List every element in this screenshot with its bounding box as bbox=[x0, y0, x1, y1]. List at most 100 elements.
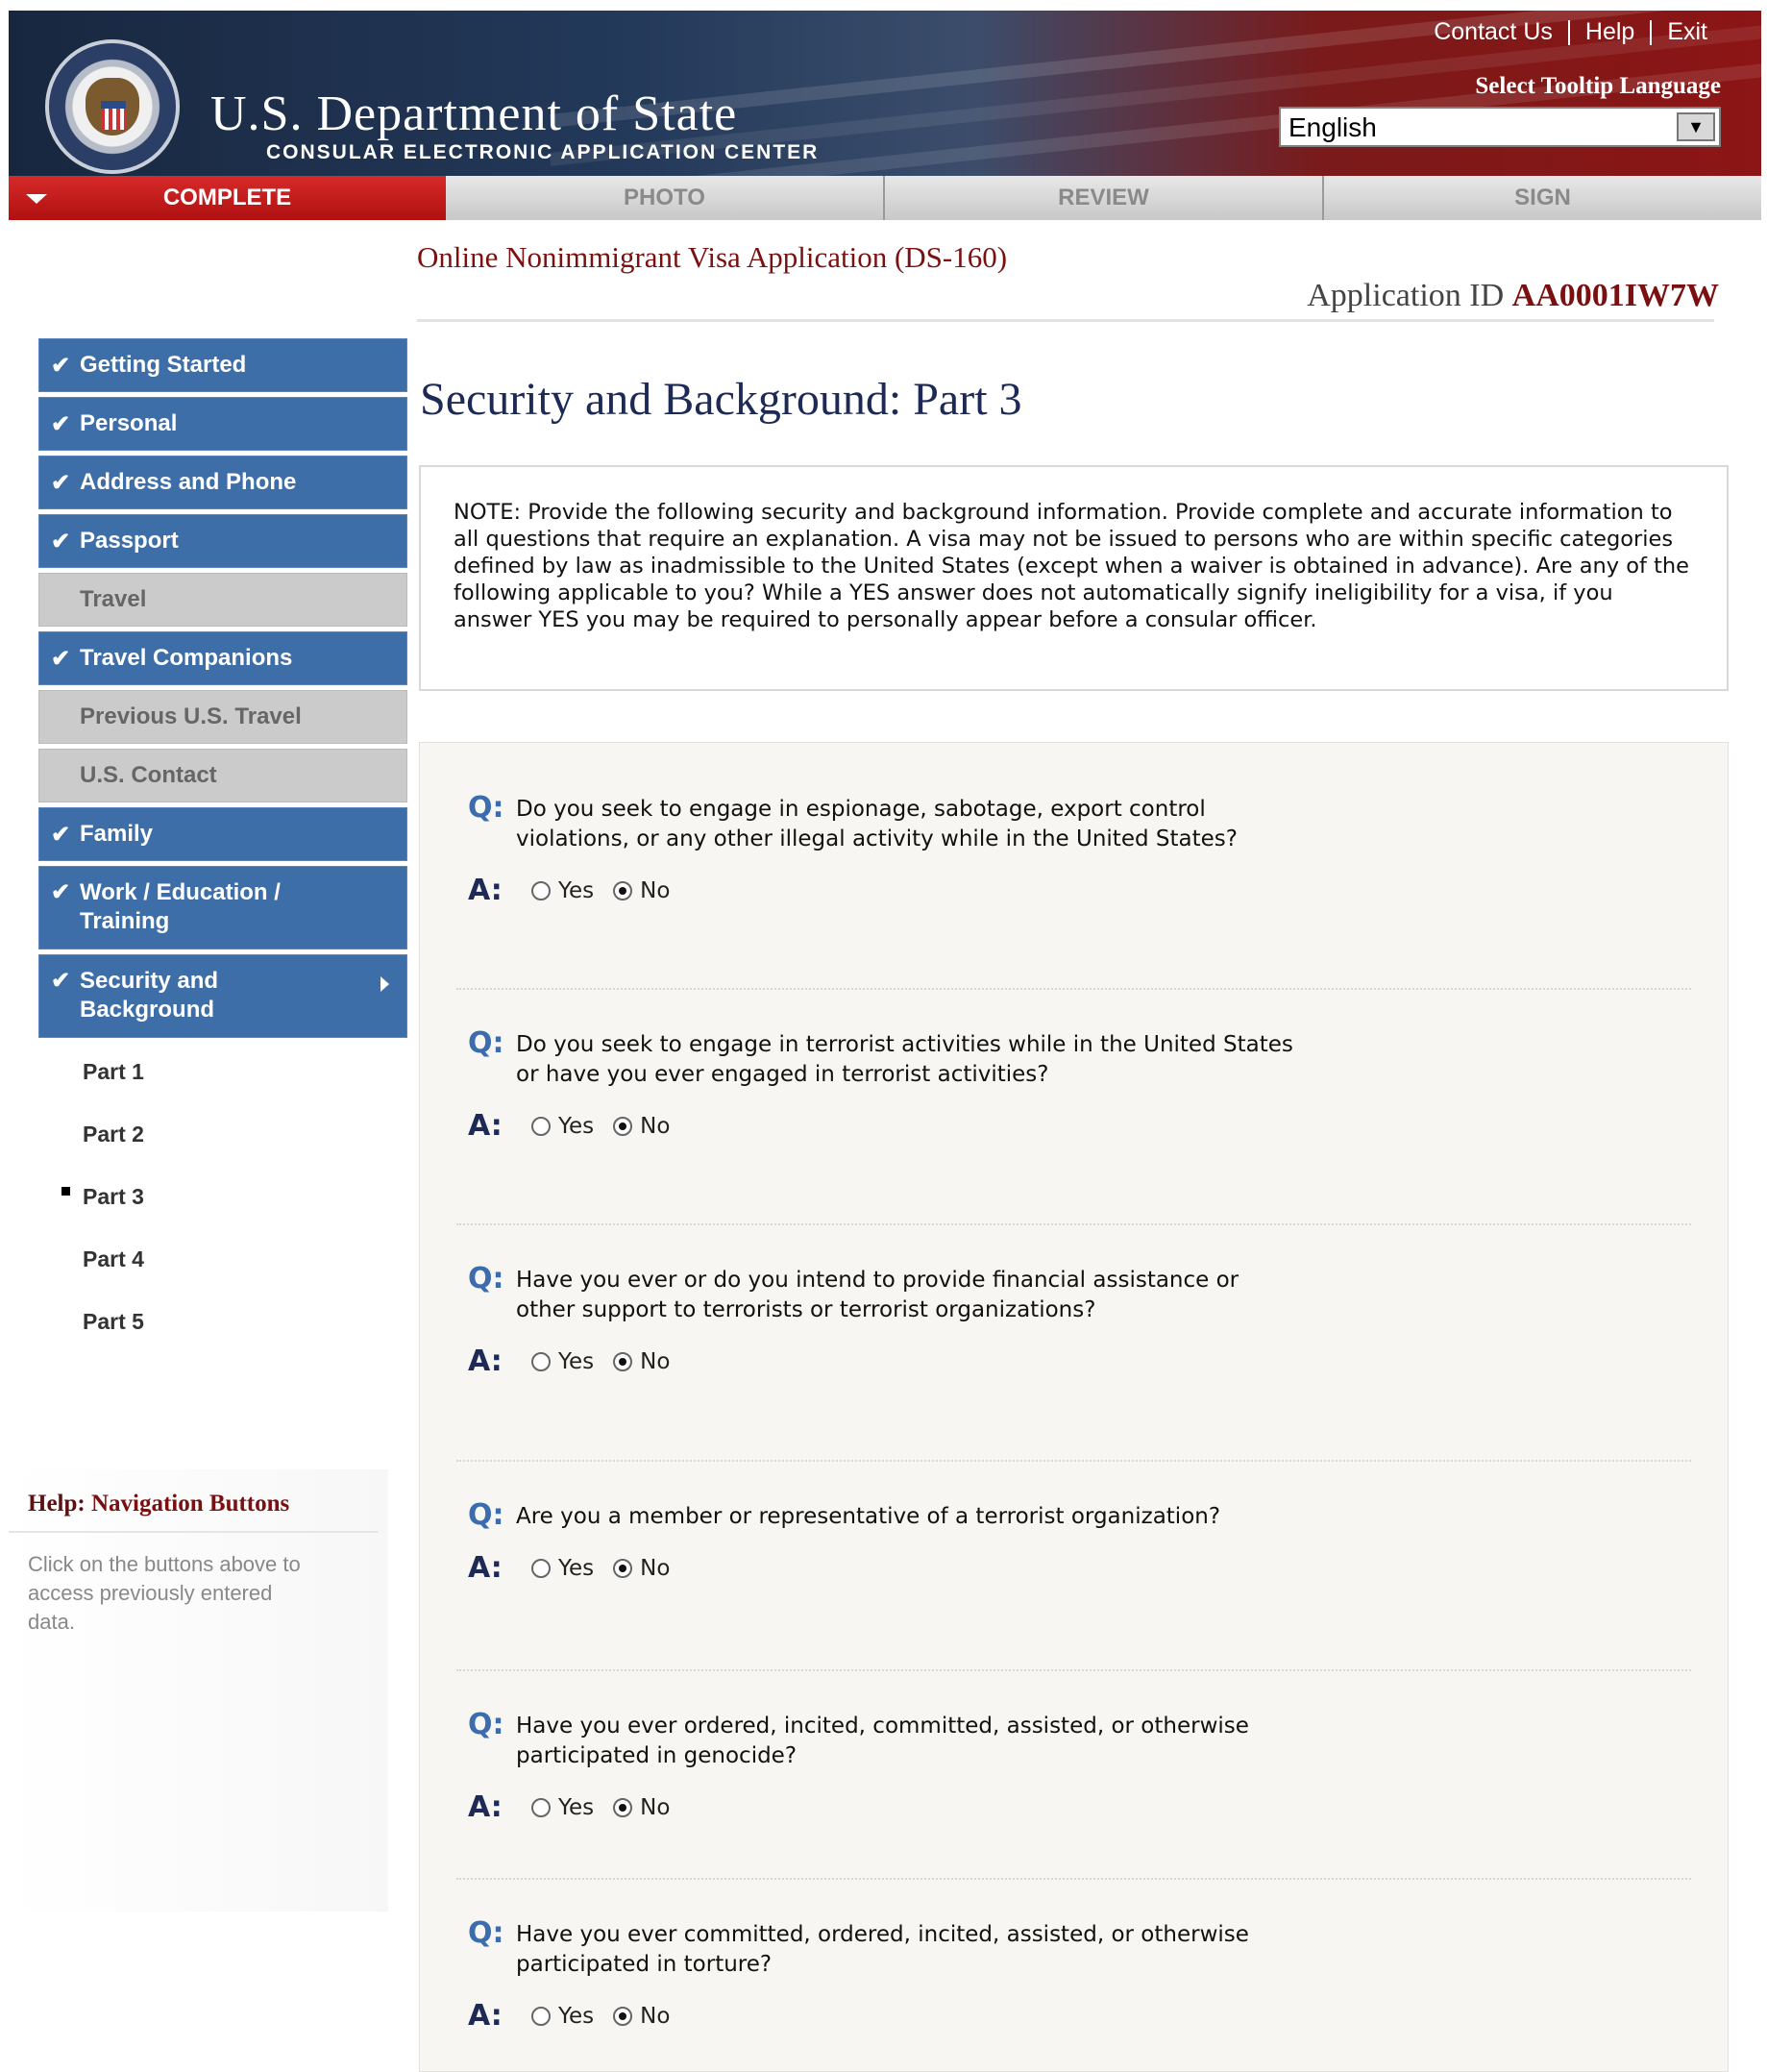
radio-button[interactable] bbox=[531, 880, 551, 900]
sidebar-item-label: Travel Companions bbox=[80, 645, 293, 671]
radio-button[interactable] bbox=[531, 1116, 551, 1136]
sidebar-item-label: Previous U.S. Travel bbox=[80, 703, 302, 729]
sidebar-item-label: Travel bbox=[80, 586, 147, 612]
tooltip-language-value: English bbox=[1288, 112, 1377, 142]
yes-radio[interactable]: Yes bbox=[531, 1795, 594, 1820]
no-radio[interactable]: No bbox=[613, 1114, 670, 1139]
tab-photo[interactable]: PHOTO bbox=[446, 176, 883, 220]
question-block: Q: Are you a member or representative of … bbox=[468, 1498, 1698, 1585]
exit-link[interactable]: Exit bbox=[1652, 18, 1723, 46]
yes-radio[interactable]: Yes bbox=[531, 1349, 594, 1374]
question-text: Have you ever ordered, incited, committe… bbox=[516, 1714, 1249, 1768]
sidebar-item-us-contact[interactable]: U.S. Contact bbox=[38, 749, 407, 802]
header-banner: Contact Us Help Exit U.S. Department of … bbox=[9, 11, 1761, 176]
divider bbox=[417, 319, 1714, 322]
checkmark-icon: ✔ bbox=[51, 645, 71, 672]
application-id: Application ID AA0001IW7W bbox=[1307, 278, 1719, 314]
q-label: Q: bbox=[468, 1708, 504, 1741]
sidebar-sub-part-1[interactable]: Part 1 bbox=[38, 1052, 407, 1115]
contact-us-link[interactable]: Contact Us bbox=[1418, 18, 1568, 46]
tooltip-language-select[interactable]: English ▼ bbox=[1279, 107, 1721, 147]
yes-radio[interactable]: Yes bbox=[531, 1114, 594, 1139]
no-label: No bbox=[640, 2003, 671, 2029]
radio-button-selected[interactable] bbox=[613, 2006, 633, 2026]
checkmark-icon: ✔ bbox=[51, 410, 71, 437]
radio-button-selected[interactable] bbox=[613, 1116, 633, 1136]
current-marker-icon bbox=[61, 1187, 70, 1196]
sidebar-item-label: Family bbox=[80, 821, 154, 847]
sidebar-item-address-phone[interactable]: ✔ Address and Phone bbox=[38, 456, 407, 509]
question-text: Do you seek to engage in espionage, sabo… bbox=[516, 797, 1238, 851]
divider bbox=[456, 988, 1691, 990]
sidebar-item-label: Getting Started bbox=[80, 352, 247, 378]
yes-radio[interactable]: Yes bbox=[531, 1556, 594, 1581]
sidebar-item-personal[interactable]: ✔ Personal bbox=[38, 397, 407, 451]
no-label: No bbox=[640, 1555, 671, 1581]
note-box: NOTE: Provide the following security and… bbox=[419, 465, 1729, 691]
no-label: No bbox=[640, 1348, 671, 1374]
divider bbox=[456, 1878, 1691, 1880]
radio-button[interactable] bbox=[531, 1558, 551, 1578]
sidebar-item-getting-started[interactable]: ✔ Getting Started bbox=[38, 338, 407, 392]
form-title: Online Nonimmigrant Visa Application (DS… bbox=[417, 240, 1008, 274]
no-radio[interactable]: No bbox=[613, 878, 670, 903]
sidebar-sub-part-3[interactable]: Part 3 bbox=[38, 1177, 407, 1240]
radio-button[interactable] bbox=[531, 1351, 551, 1371]
checkmark-icon: ✔ bbox=[51, 879, 71, 905]
sidebar-sub-part-4[interactable]: Part 4 bbox=[38, 1240, 407, 1302]
divider bbox=[456, 1460, 1691, 1462]
chevron-down-icon[interactable]: ▼ bbox=[1677, 112, 1715, 141]
page: Contact Us Help Exit U.S. Department of … bbox=[0, 0, 1767, 2072]
checkmark-icon: ✔ bbox=[51, 821, 71, 848]
no-radio[interactable]: No bbox=[613, 2004, 670, 2029]
no-label: No bbox=[640, 1113, 671, 1139]
checkmark-icon: ✔ bbox=[51, 352, 71, 379]
sidebar-item-label: Personal bbox=[80, 410, 178, 436]
question-block: Q: Do you seek to engage in terrorist act… bbox=[468, 1026, 1698, 1143]
help-title-text: Navigation Buttons bbox=[90, 1491, 290, 1517]
sidebar-item-label: Security and Background bbox=[80, 968, 219, 1023]
arrow-right-icon bbox=[380, 976, 389, 992]
q-label: Q: bbox=[468, 1026, 504, 1060]
q-label: Q: bbox=[468, 1498, 504, 1532]
no-radio[interactable]: No bbox=[613, 1795, 670, 1820]
radio-button[interactable] bbox=[531, 1797, 551, 1817]
radio-button-selected[interactable] bbox=[613, 1797, 633, 1817]
tab-sign[interactable]: SIGN bbox=[1322, 176, 1761, 220]
sidebar-item-travel[interactable]: Travel bbox=[38, 573, 407, 627]
a-label: A: bbox=[468, 1344, 503, 1378]
tooltip-language-label: Select Tooltip Language bbox=[1475, 73, 1721, 99]
divider bbox=[456, 1669, 1691, 1671]
no-radio[interactable]: No bbox=[613, 1556, 670, 1581]
sidebar-item-work-education[interactable]: ✔ Work / Education / Training bbox=[38, 866, 407, 950]
a-label: A: bbox=[468, 1999, 503, 2033]
questions-panel: Q: Do you seek to engage in espionage, sa… bbox=[419, 742, 1729, 2072]
sidebar-item-family[interactable]: ✔ Family bbox=[38, 807, 407, 861]
no-radio[interactable]: No bbox=[613, 1349, 670, 1374]
sidebar-sub-part-2[interactable]: Part 2 bbox=[38, 1115, 407, 1177]
q-label: Q: bbox=[468, 791, 504, 825]
q-label: Q: bbox=[468, 1916, 504, 1950]
question-block: Q: Have you ever or do you intend to prov… bbox=[468, 1264, 1698, 1378]
sidebar-item-label: U.S. Contact bbox=[80, 762, 217, 788]
radio-button[interactable] bbox=[531, 2006, 551, 2026]
sidebar-item-previous-travel[interactable]: Previous U.S. Travel bbox=[38, 690, 407, 744]
department-seal-icon bbox=[45, 39, 180, 174]
question-text: Have you ever or do you intend to provid… bbox=[516, 1268, 1239, 1322]
radio-button-selected[interactable] bbox=[613, 1558, 633, 1578]
tab-review[interactable]: REVIEW bbox=[883, 176, 1322, 220]
sidebar-item-passport[interactable]: ✔ Passport bbox=[38, 514, 407, 568]
radio-button-selected[interactable] bbox=[613, 880, 633, 900]
radio-button-selected[interactable] bbox=[613, 1351, 633, 1371]
yes-radio[interactable]: Yes bbox=[531, 2004, 594, 2029]
question-text: Have you ever committed, ordered, incite… bbox=[516, 1922, 1249, 1977]
checkmark-icon: ✔ bbox=[51, 528, 71, 555]
sidebar-item-label: Passport bbox=[80, 528, 179, 554]
sidebar-item-security-background[interactable]: ✔ Security and Background bbox=[38, 954, 407, 1038]
help-link[interactable]: Help bbox=[1570, 18, 1650, 46]
tab-complete[interactable]: COMPLETE bbox=[9, 176, 446, 220]
yes-radio[interactable]: Yes bbox=[531, 878, 594, 903]
yes-label: Yes bbox=[558, 1555, 595, 1581]
sidebar-item-travel-companions[interactable]: ✔ Travel Companions bbox=[38, 631, 407, 685]
sidebar-sub-part-5[interactable]: Part 5 bbox=[38, 1302, 407, 1365]
